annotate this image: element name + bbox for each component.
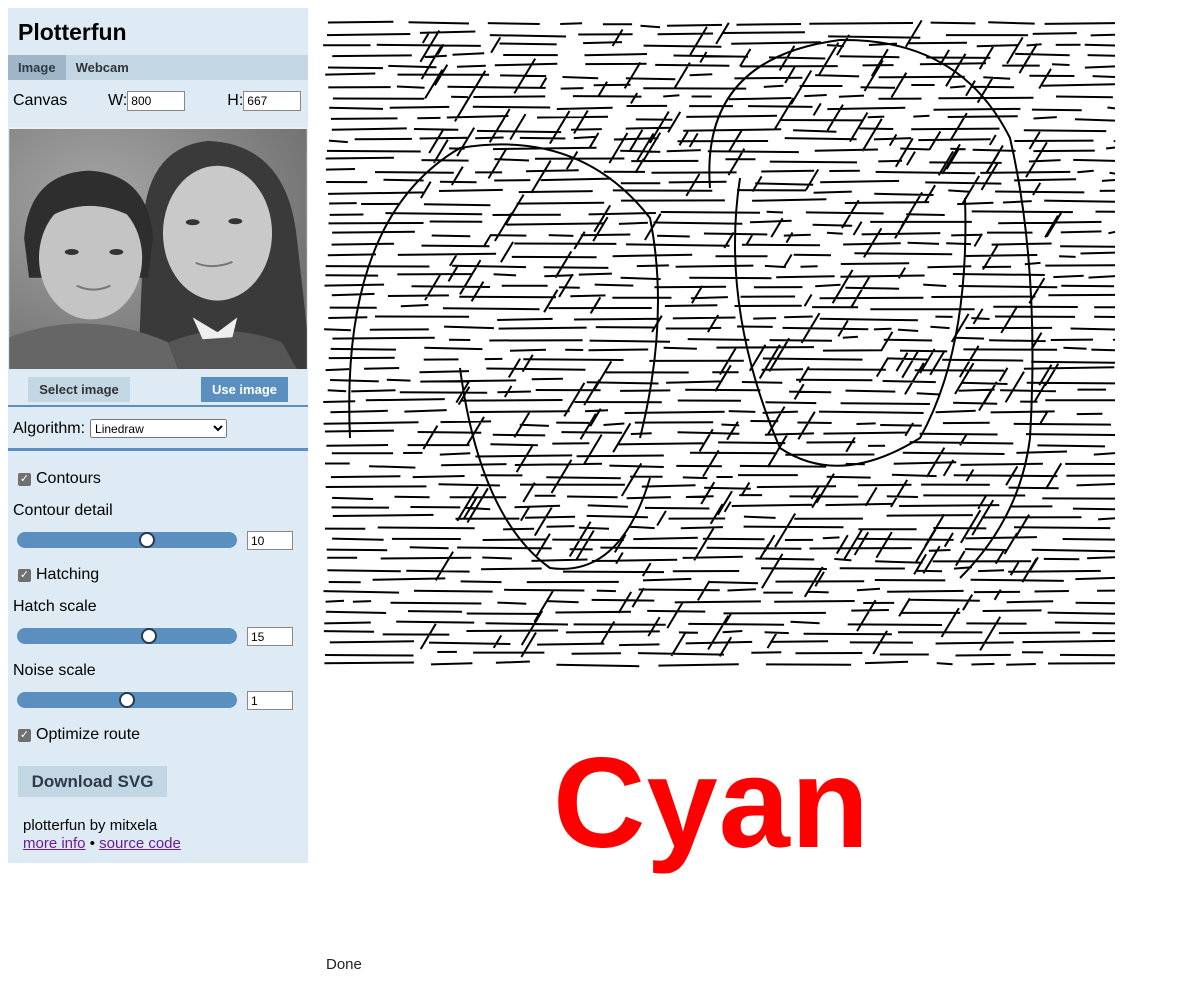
canvas-label: Canvas: [13, 92, 68, 109]
hatching-checkbox[interactable]: ✓ Hatching: [18, 566, 99, 584]
optimize-route-label: Optimize route: [36, 726, 141, 743]
check-icon: ✓: [18, 728, 31, 742]
contour-line: [348, 143, 659, 439]
tab-image[interactable]: Image: [8, 55, 66, 80]
use-image-button[interactable]: Use image: [201, 377, 288, 402]
hatch-scale-input[interactable]: 15: [247, 627, 293, 646]
contour-detail-slider[interactable]: [17, 532, 237, 548]
noise-scale-slider[interactable]: [17, 692, 237, 708]
algorithm-select[interactable]: Linedraw: [90, 419, 228, 438]
separator: •: [89, 835, 95, 852]
contour-detail-label: Contour detail: [13, 502, 113, 519]
slider-thumb[interactable]: [119, 692, 135, 708]
algorithm-row: Algorithm: Linedraw: [8, 409, 308, 451]
contour-detail-input[interactable]: 10: [247, 531, 293, 550]
algorithm-label: Algorithm:: [13, 419, 86, 437]
status-text: Done: [326, 956, 362, 973]
credit-text: plotterfun by mitxela: [23, 817, 158, 834]
app-title: Plotterfun: [18, 19, 127, 45]
height-input[interactable]: [243, 91, 302, 111]
source-image-preview: [8, 127, 308, 369]
channel-label: Cyan: [553, 732, 870, 875]
slider-thumb[interactable]: [141, 628, 157, 644]
hatching-label: Hatching: [36, 566, 100, 583]
check-icon: ✓: [18, 472, 31, 486]
more-info-link[interactable]: more info: [23, 835, 86, 852]
download-svg-button[interactable]: Download SVG: [18, 766, 167, 797]
tab-webcam[interactable]: Webcam: [66, 55, 139, 80]
slider-thumb[interactable]: [138, 532, 155, 548]
width-input[interactable]: [127, 91, 186, 111]
optimize-route-checkbox[interactable]: ✓ Optimize route: [18, 726, 140, 744]
image-button-row: Select image Use image: [8, 377, 308, 407]
select-image-button[interactable]: Select image: [28, 377, 130, 402]
hatch-scale-label: Hatch scale: [13, 598, 97, 615]
source-code-link[interactable]: source code: [99, 835, 181, 852]
check-icon: ✓: [18, 568, 31, 582]
plot-preview-canvas: [323, 19, 1116, 668]
canvas-size-row: Canvas W: H:: [8, 80, 308, 122]
sidebar: Plotterfun Image Webcam Canvas W: H: Sel…: [8, 8, 308, 863]
height-label: H:: [227, 92, 244, 109]
noise-scale-label: Noise scale: [13, 662, 96, 679]
width-label: W:: [108, 92, 128, 109]
tab-bar: Image Webcam: [8, 55, 308, 80]
noise-scale-input[interactable]: 1: [247, 691, 293, 710]
hatch-scale-slider[interactable]: [17, 628, 237, 644]
contours-checkbox[interactable]: ✓ Contours: [18, 470, 101, 488]
contours-label: Contours: [36, 470, 101, 487]
